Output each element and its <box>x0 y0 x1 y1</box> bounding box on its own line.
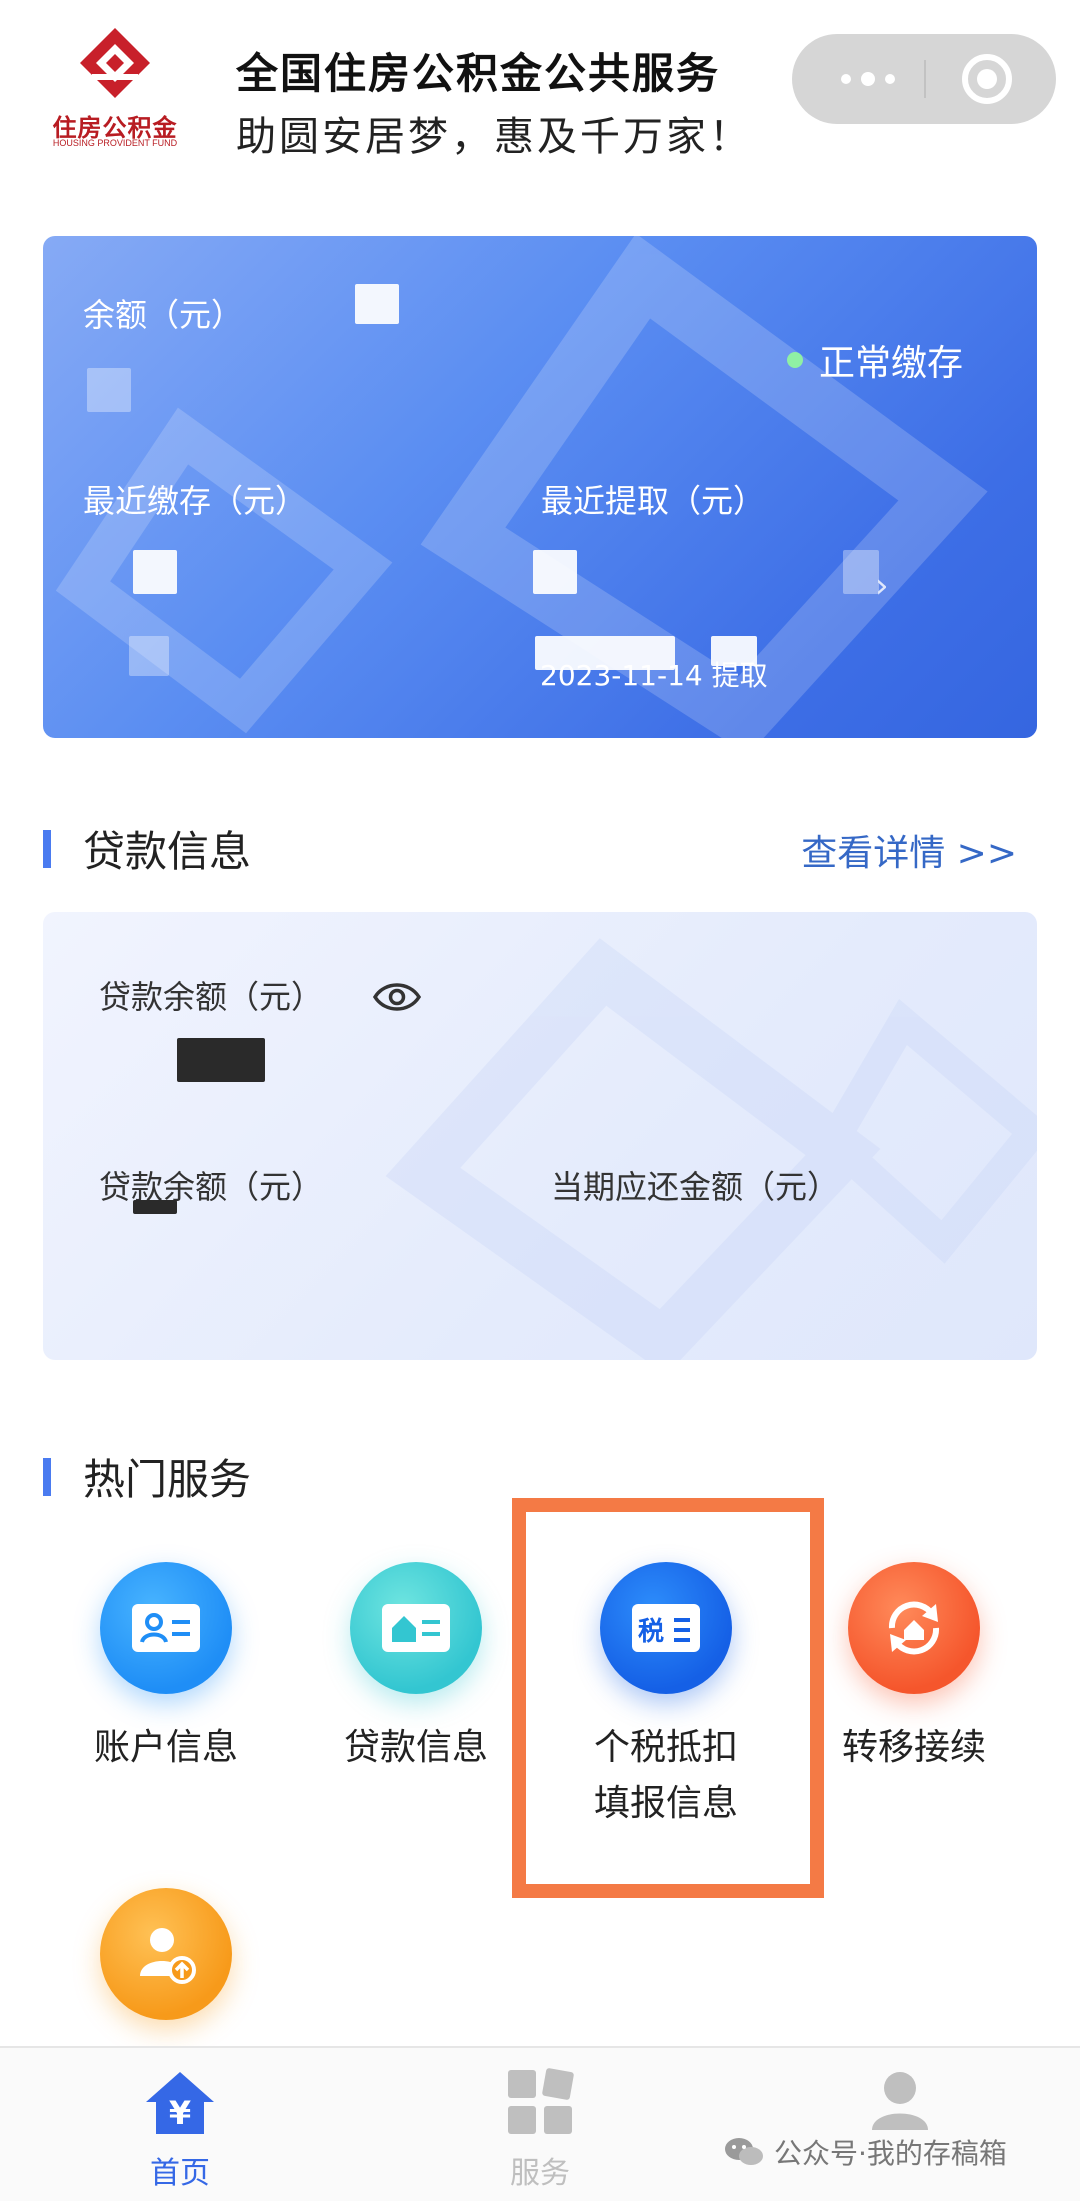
masked-withdraw-value <box>533 550 577 594</box>
masked-balance <box>87 368 131 412</box>
service-loan-info[interactable]: 贷款信息 <box>316 1562 516 1776</box>
balance-card[interactable]: 余额（元） 正常缴存 最近缴存（元） 最近提取（元） › 2023-11-14 … <box>43 236 1037 738</box>
close-target-icon[interactable] <box>962 54 1012 104</box>
profile-icon <box>872 2072 928 2130</box>
account-card-icon <box>100 1562 232 1694</box>
masked-date-part-2 <box>711 636 757 666</box>
loan-card: 贷款余额（元） 贷款余额（元） 当期应还金额（元） <box>43 912 1037 1360</box>
bottom-tab-bar: ¥ 首页 服务 <box>0 2046 1080 2201</box>
capsule-divider <box>924 60 926 98</box>
housing-fund-logo: 住房公积金 HOUSING PROVIDENT FUND <box>40 26 190 156</box>
status-badge: 正常缴存 <box>787 334 963 386</box>
masked-date-part <box>535 636 675 670</box>
grid-services-icon <box>508 2068 574 2134</box>
masked-deposit-date <box>129 636 169 676</box>
eye-icon[interactable] <box>373 977 421 1017</box>
service-label: 贷款信息 <box>343 1727 488 1768</box>
hot-services-title: 热门服务 <box>83 1455 252 1504</box>
highlight-box <box>512 1498 824 1898</box>
loan-house-icon <box>350 1562 482 1694</box>
loan-section-title: 贷款信息 <box>83 827 252 876</box>
page-slogan: 助圆安居梦，惠及千万家！ <box>236 114 752 160</box>
service-label: 转移接续 <box>841 1727 986 1768</box>
service-label: 账户信息 <box>93 1727 238 1768</box>
service-transfer[interactable]: 转移接续 <box>814 1562 1014 1776</box>
watermark: 公众号·我的存稿箱 <box>724 2132 1007 2172</box>
app-header: 住房公积金 HOUSING PROVIDENT FUND 全国住房公积金公共服务… <box>0 0 1080 160</box>
service-user-upload[interactable] <box>66 1888 266 2020</box>
miniprogram-capsule <box>792 34 1056 124</box>
logo-english-text: HOUSING PROVIDENT FUND <box>52 138 178 148</box>
masked-loan-value <box>133 1200 177 1214</box>
recent-withdraw-label: 最近提取（元） <box>541 482 766 520</box>
masked-loan-balance <box>177 1038 265 1082</box>
current-due-label: 当期应还金额（元） <box>551 1168 840 1206</box>
tab-label: 首页 <box>150 2156 210 2191</box>
wechat-icon <box>725 2138 763 2165</box>
status-dot-icon <box>787 352 803 368</box>
balance-label: 余额（元） <box>83 296 244 334</box>
user-upload-icon <box>100 1888 232 2020</box>
chevron-right-icon[interactable]: › <box>875 566 889 606</box>
tab-label: 服务 <box>510 2156 570 2191</box>
loan-balance-label: 贷款余额（元） <box>99 978 324 1016</box>
tab-home[interactable]: ¥ 首页 <box>100 2066 260 2192</box>
watermark-text: 公众号·我的存稿箱 <box>774 2137 1007 2170</box>
recent-deposit-label: 最近缴存（元） <box>83 482 308 520</box>
hot-services-header: 热门服务 <box>43 1446 1037 1506</box>
svg-text:¥: ¥ <box>169 2094 191 2132</box>
page-title: 全国住房公积金公共服务 <box>236 49 721 98</box>
masked-value <box>355 284 399 324</box>
service-account-info[interactable]: 账户信息 <box>66 1562 266 1776</box>
transfer-cycle-icon <box>848 1562 980 1694</box>
housing-fund-emblem-icon <box>80 28 150 98</box>
status-text: 正常缴存 <box>819 343 964 384</box>
section-bar <box>43 830 51 868</box>
loan-section-header: 贷款信息 查看详情 >> <box>43 818 1037 878</box>
tab-services[interactable]: 服务 <box>460 2066 620 2192</box>
section-bar <box>43 1458 51 1496</box>
masked-deposit-value <box>133 550 177 594</box>
masked-extra <box>843 550 879 594</box>
more-dots-icon[interactable] <box>828 56 908 102</box>
view-details-link[interactable]: 查看详情 >> <box>801 824 1017 876</box>
home-yen-icon: ¥ <box>146 2072 214 2134</box>
